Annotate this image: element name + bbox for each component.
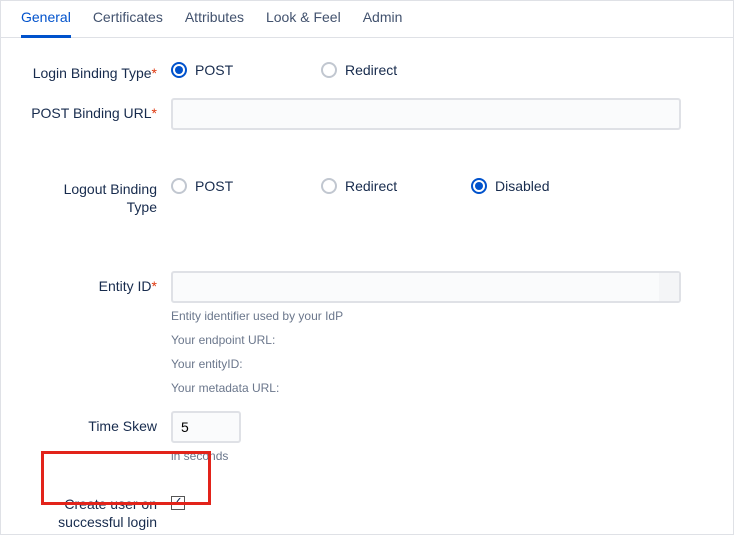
create-user-checkbox[interactable] bbox=[171, 496, 185, 510]
radio-icon bbox=[321, 178, 337, 194]
tabs-bar: General Certificates Attributes Look & F… bbox=[1, 1, 733, 38]
logout-binding-post[interactable]: POST bbox=[171, 178, 261, 194]
time-skew-label: Time Skew bbox=[31, 411, 171, 435]
tab-lookfeel[interactable]: Look & Feel bbox=[266, 1, 341, 38]
entity-id-help2: Your endpoint URL: bbox=[171, 333, 703, 347]
time-skew-help: in seconds bbox=[171, 449, 703, 463]
create-user-label: Create user on successful login bbox=[31, 489, 171, 531]
radio-icon bbox=[321, 62, 337, 78]
entity-id-help1: Entity identifier used by your IdP bbox=[171, 309, 703, 323]
logout-binding-disabled[interactable]: Disabled bbox=[471, 178, 561, 194]
logout-binding-redirect[interactable]: Redirect bbox=[321, 178, 411, 194]
post-binding-url-input[interactable] bbox=[171, 98, 681, 130]
login-binding-label: Login Binding Type* bbox=[31, 58, 171, 82]
radio-icon bbox=[471, 178, 487, 194]
logout-binding-label: Logout Binding Type bbox=[31, 174, 171, 216]
entity-id-input[interactable] bbox=[171, 271, 681, 303]
login-binding-redirect[interactable]: Redirect bbox=[321, 62, 411, 78]
tab-general[interactable]: General bbox=[21, 1, 71, 38]
time-skew-input[interactable] bbox=[171, 411, 241, 443]
tab-certificates[interactable]: Certificates bbox=[93, 1, 163, 38]
post-binding-url-label: POST Binding URL* bbox=[31, 98, 171, 122]
entity-id-end bbox=[659, 273, 679, 301]
entity-id-help3: Your entityID: bbox=[171, 357, 703, 371]
entity-id-label: Entity ID* bbox=[31, 271, 171, 295]
entity-id-help4: Your metadata URL: bbox=[171, 381, 703, 395]
tab-admin[interactable]: Admin bbox=[363, 1, 403, 38]
login-binding-post[interactable]: POST bbox=[171, 62, 261, 78]
radio-icon bbox=[171, 62, 187, 78]
radio-icon bbox=[171, 178, 187, 194]
tab-attributes[interactable]: Attributes bbox=[185, 1, 244, 38]
